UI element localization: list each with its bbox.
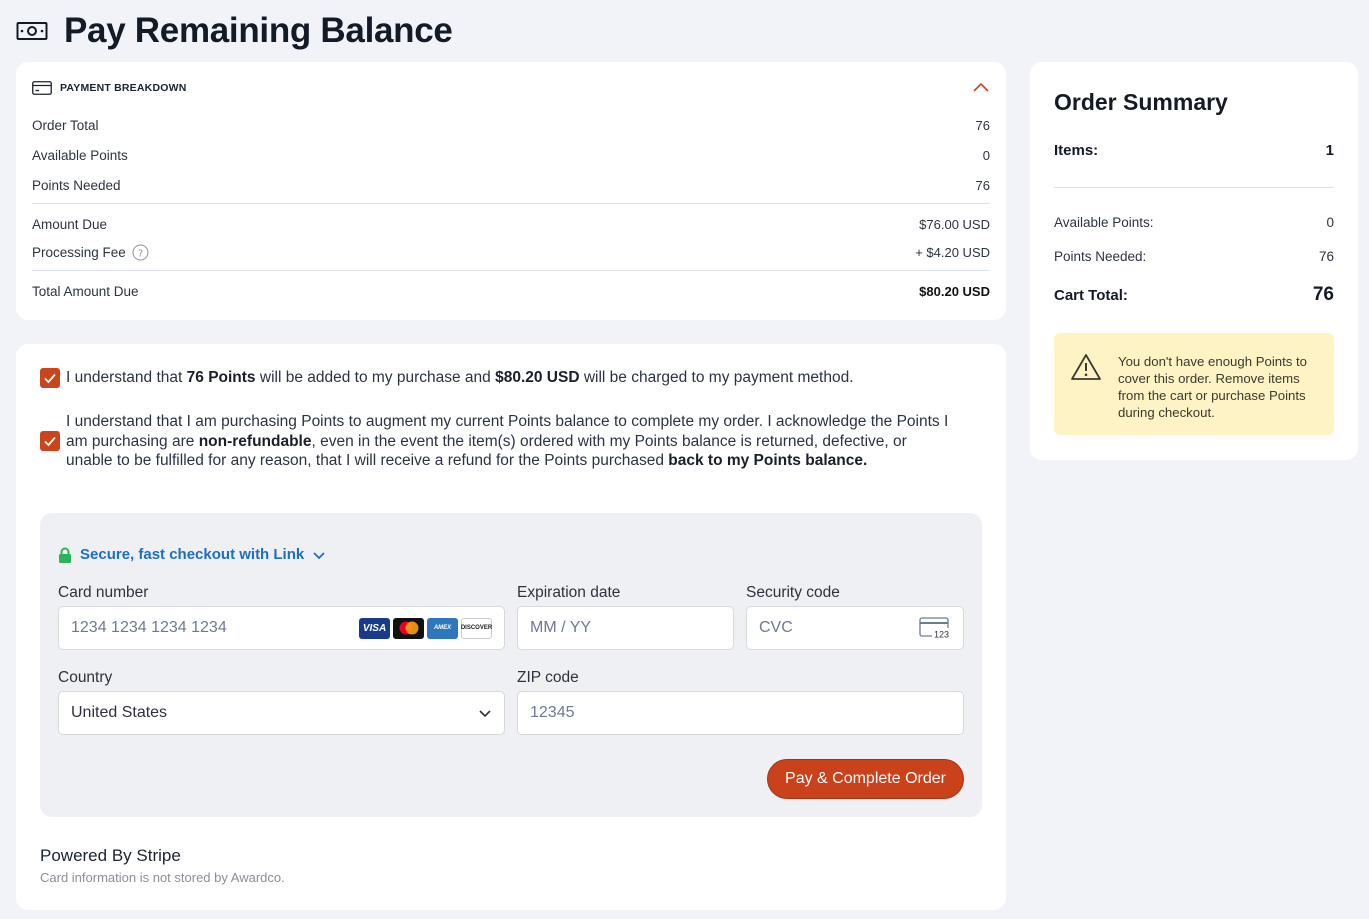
country-label: Country bbox=[58, 669, 113, 686]
page-header: Pay Remaining Balance bbox=[16, 8, 453, 54]
checkmark-icon bbox=[44, 437, 56, 447]
consent-charge-text: I understand that 76 Points will be adde… bbox=[66, 368, 854, 388]
insufficient-points-warning: You don't have enough Points to cover th… bbox=[1054, 333, 1334, 435]
expiration-input[interactable]: MM / YY bbox=[517, 606, 734, 650]
processing-fee-value: + $4.20 USD bbox=[915, 244, 990, 260]
chevron-down-icon bbox=[313, 551, 325, 559]
credit-card-icon bbox=[32, 81, 52, 95]
processing-fee-label-wrap: Processing Fee ? bbox=[32, 244, 149, 261]
summary-points-needed-value: 76 bbox=[1318, 249, 1334, 264]
order-total-label: Order Total bbox=[32, 117, 99, 133]
zip-code-placeholder: 12345 bbox=[530, 704, 575, 721]
consent-text-part: will be charged to my payment method. bbox=[579, 369, 854, 387]
warning-text: You don't have enough Points to cover th… bbox=[1118, 354, 1308, 420]
consent-text-part: will be added to my purchase and bbox=[255, 369, 496, 387]
divider bbox=[32, 270, 990, 271]
amex-icon: AMEX bbox=[427, 617, 458, 639]
summary-available-points-value: 0 bbox=[1326, 215, 1334, 230]
country-value: United States bbox=[71, 704, 168, 721]
available-points-label: Available Points bbox=[32, 147, 128, 163]
points-needed-value: 76 bbox=[975, 177, 990, 193]
cart-total-label: Cart Total: bbox=[1054, 286, 1128, 304]
card-storage-notice: Card information is not stored by Awardc… bbox=[40, 870, 285, 885]
consent-nonrefundable: non-refundable bbox=[198, 432, 312, 450]
summary-points-needed-label: Points Needed: bbox=[1054, 249, 1147, 264]
total-due-value: $80.20 USD bbox=[919, 283, 990, 299]
divider bbox=[1054, 187, 1334, 188]
payment-breakdown-card: PAYMENT BREAKDOWN Order Total 76 Availab… bbox=[16, 62, 1006, 320]
order-total-value: 76 bbox=[975, 117, 990, 133]
expiration-placeholder: MM / YY bbox=[530, 619, 592, 636]
cvc-card-icon: 123 bbox=[919, 617, 951, 639]
order-summary-card: Order Summary Items: 1 Available Points:… bbox=[1030, 62, 1358, 460]
payment-breakdown-title: PAYMENT BREAKDOWN bbox=[60, 82, 187, 94]
available-points-value: 0 bbox=[982, 147, 990, 163]
visa-icon: VISA bbox=[359, 617, 390, 639]
country-select[interactable]: United States bbox=[58, 691, 505, 735]
consent-text-part: I understand that bbox=[66, 369, 187, 387]
svg-text:?: ? bbox=[138, 248, 143, 259]
security-code-label: Security code bbox=[746, 584, 840, 601]
chevron-down-icon bbox=[479, 710, 491, 718]
consent-charge-amount: $80.20 USD bbox=[495, 369, 580, 387]
summary-points-needed-row: Points Needed: 76 bbox=[1054, 249, 1334, 264]
processing-fee-label: Processing Fee bbox=[32, 244, 126, 260]
card-number-label: Card number bbox=[58, 584, 149, 601]
order-total-row: Order Total 76 bbox=[32, 115, 990, 135]
lock-icon bbox=[59, 547, 71, 563]
pay-complete-order-button[interactable]: Pay & Complete Order bbox=[767, 759, 964, 799]
payment-breakdown-header[interactable]: PAYMENT BREAKDOWN bbox=[32, 78, 990, 98]
stripe-payment-element: Secure, fast checkout with Link Card num… bbox=[40, 513, 982, 817]
items-row: Items: 1 bbox=[1054, 142, 1334, 159]
help-icon[interactable]: ? bbox=[132, 244, 149, 261]
zip-code-label: ZIP code bbox=[517, 669, 579, 686]
amount-due-label: Amount Due bbox=[32, 216, 108, 232]
points-needed-label: Points Needed bbox=[32, 177, 121, 193]
link-checkout-label: Secure, fast checkout with Link bbox=[80, 546, 305, 563]
mastercard-icon bbox=[393, 617, 424, 639]
card-number-placeholder: 1234 1234 1234 1234 bbox=[71, 619, 227, 636]
cart-total-row: Cart Total: 76 bbox=[1054, 284, 1334, 306]
chevron-up-icon[interactable] bbox=[972, 79, 990, 97]
money-bill-icon bbox=[16, 22, 48, 40]
amount-due-value: $76.00 USD bbox=[919, 216, 990, 232]
checkmark-icon bbox=[44, 373, 56, 384]
cvc-icon-text: 123 bbox=[934, 630, 949, 640]
divider bbox=[32, 203, 990, 204]
consent-refund-text: I understand that I am purchasing Points… bbox=[66, 412, 956, 471]
summary-available-points-label: Available Points: bbox=[1054, 215, 1154, 230]
points-needed-row: Points Needed 76 bbox=[32, 175, 990, 195]
consent-refund-destination: back to my Points balance. bbox=[668, 452, 868, 469]
processing-fee-row: Processing Fee ? + $4.20 USD bbox=[32, 242, 990, 262]
items-value: 1 bbox=[1325, 142, 1334, 159]
consent-charge-checkbox[interactable] bbox=[40, 368, 60, 388]
card-number-input[interactable]: 1234 1234 1234 1234 VISA AMEX DISCOVER bbox=[58, 606, 505, 650]
powered-by-stripe: Powered By Stripe bbox=[40, 846, 181, 865]
consent-refund-row: I understand that I am purchasing Points… bbox=[40, 412, 956, 471]
security-code-placeholder: CVC bbox=[759, 619, 793, 636]
available-points-row: Available Points 0 bbox=[32, 145, 990, 165]
zip-code-input[interactable]: 12345 bbox=[517, 691, 964, 735]
order-summary-title: Order Summary bbox=[1054, 89, 1228, 115]
total-due-row: Total Amount Due $80.20 USD bbox=[32, 281, 990, 301]
link-checkout-toggle[interactable]: Secure, fast checkout with Link bbox=[58, 546, 326, 563]
total-due-label: Total Amount Due bbox=[32, 283, 139, 299]
amount-due-row: Amount Due $76.00 USD bbox=[32, 214, 990, 234]
cart-total-value: 76 bbox=[1312, 284, 1334, 305]
card-brands: VISA AMEX DISCOVER bbox=[359, 617, 492, 639]
consent-points-amount: 76 Points bbox=[186, 369, 256, 387]
consent-charge-row: I understand that 76 Points will be adde… bbox=[40, 368, 966, 388]
discover-icon: DISCOVER bbox=[461, 617, 492, 639]
expiration-label: Expiration date bbox=[517, 584, 621, 601]
payment-form-card: I understand that 76 Points will be adde… bbox=[16, 344, 1006, 910]
security-code-input[interactable]: CVC 123 bbox=[746, 606, 964, 650]
page-title: Pay Remaining Balance bbox=[64, 11, 453, 50]
consent-refund-checkbox[interactable] bbox=[40, 431, 60, 452]
warning-triangle-icon bbox=[1071, 354, 1101, 380]
items-label: Items: bbox=[1054, 142, 1099, 159]
summary-available-points-row: Available Points: 0 bbox=[1054, 215, 1334, 230]
